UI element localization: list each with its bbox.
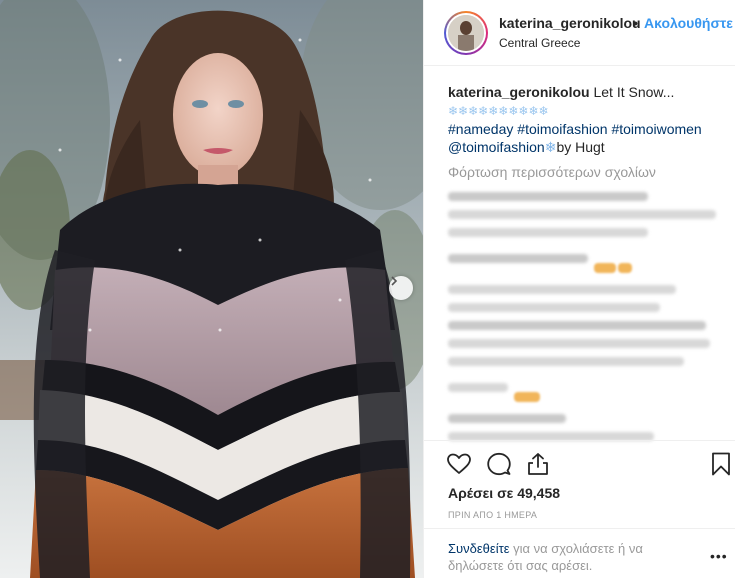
photo-illustration <box>0 0 423 578</box>
hashtag-toimoifashion[interactable]: #toimoifashion <box>517 121 607 137</box>
comment-item <box>448 192 728 237</box>
hashtag-toimoiwomen[interactable]: #toimoiwomen <box>611 121 701 137</box>
caption-credit: by Hugt <box>556 139 605 155</box>
header-separator: • <box>633 15 638 31</box>
more-options-icon[interactable]: ••• <box>710 548 728 564</box>
chevron-right-icon <box>391 276 398 286</box>
comment-login-bar: Συνδεθείτε για να σχολιάσετε ή να δηλώσε… <box>424 528 735 578</box>
save-button[interactable] <box>708 451 734 477</box>
load-more-comments-button[interactable]: Φόρτωση περισσότερων σχολίων <box>448 164 656 180</box>
login-prompt: Συνδεθείτε για να σχολιάσετε ή να δηλώσε… <box>448 540 698 574</box>
follow-button[interactable]: Ακολουθήστε <box>644 15 733 31</box>
comment-item <box>448 246 728 277</box>
share-button[interactable] <box>525 451 551 477</box>
comment-icon <box>487 452 511 476</box>
comment-item <box>448 321 728 406</box>
like-button[interactable] <box>446 451 472 477</box>
login-link[interactable]: Συνδεθείτε <box>448 541 510 556</box>
avatar[interactable] <box>444 11 488 55</box>
post-header: katerina_geronikolou • Ακολουθήστε Centr… <box>424 0 735 66</box>
heart-icon <box>447 453 471 474</box>
like-count[interactable]: Αρέσει σε 49,458 <box>448 485 560 501</box>
post-actions <box>424 440 735 480</box>
bookmark-icon <box>712 452 730 476</box>
comment-button[interactable] <box>486 451 512 477</box>
caption-text: Let It Snow... <box>593 84 675 100</box>
snowflake-icon: ❄ <box>544 139 557 155</box>
header-username[interactable]: katerina_geronikolou <box>499 15 641 31</box>
emoji-icon <box>594 262 616 273</box>
share-icon <box>528 453 548 475</box>
comment-item <box>448 414 728 423</box>
post-photo <box>0 0 423 578</box>
mention-toimoifashion[interactable]: @toimoifashion <box>448 139 545 155</box>
post-caption: katerina_geronikolou Let It Snow... ❄❄❄❄… <box>448 83 732 156</box>
comment-item <box>448 285 728 312</box>
emoji-icon <box>514 391 540 402</box>
caption-username[interactable]: katerina_geronikolou <box>448 84 590 100</box>
hashtag-nameday[interactable]: #nameday <box>448 121 513 137</box>
emoji-icon <box>618 262 632 273</box>
next-photo-button[interactable] <box>389 276 413 300</box>
avatar-image-icon <box>448 15 484 51</box>
post-side-panel: katerina_geronikolou • Ακολουθήστε Centr… <box>423 0 735 578</box>
snowflake-row: ❄❄❄❄❄❄❄❄❄❄ <box>448 104 549 118</box>
comment-list <box>448 184 728 450</box>
location-link[interactable]: Central Greece <box>499 36 580 50</box>
post-timestamp: ΠΡΙΝ ΑΠΟ 1 ΗΜΕΡΑ <box>448 510 538 520</box>
